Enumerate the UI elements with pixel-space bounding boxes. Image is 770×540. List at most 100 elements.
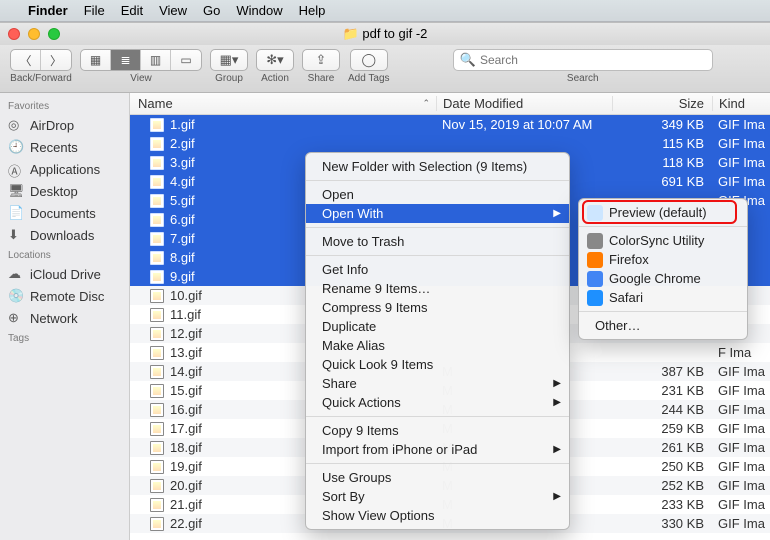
file-kind: GIF Ima bbox=[712, 478, 770, 493]
file-name: 21.gif bbox=[170, 497, 202, 512]
file-icon bbox=[150, 137, 164, 151]
column-view-button[interactable]: ▥ bbox=[141, 50, 171, 70]
share-button[interactable]: ⇪ bbox=[302, 49, 340, 71]
open-with-app[interactable]: Google Chrome bbox=[579, 269, 747, 288]
menu-help[interactable]: Help bbox=[299, 3, 326, 18]
file-kind: GIF Ima bbox=[712, 459, 770, 474]
tags-label: Add Tags bbox=[348, 73, 390, 84]
back-button[interactable]: 〈 bbox=[11, 50, 41, 70]
menu-go[interactable]: Go bbox=[203, 3, 220, 18]
docs-icon: 📄 bbox=[8, 205, 24, 221]
open-with-app[interactable]: Safari bbox=[579, 288, 747, 307]
titlebar: 📁 pdf to gif -2 bbox=[0, 23, 770, 45]
file-size: 231 KB bbox=[612, 383, 712, 398]
search-input[interactable] bbox=[480, 53, 706, 67]
file-name: 18.gif bbox=[170, 440, 202, 455]
menu-window[interactable]: Window bbox=[236, 3, 282, 18]
file-size: 349 KB bbox=[612, 117, 712, 132]
column-kind[interactable]: Kind bbox=[712, 96, 770, 111]
open-with-other[interactable]: Other… bbox=[579, 316, 747, 335]
file-icon bbox=[150, 441, 164, 455]
add-tags-button[interactable]: ◯ bbox=[350, 49, 388, 71]
sidebar-item-desktop[interactable]: 🖥Desktop bbox=[0, 180, 129, 202]
file-name: 4.gif bbox=[170, 174, 195, 189]
file-kind: GIF Ima bbox=[712, 402, 770, 417]
zoom-button[interactable] bbox=[48, 28, 60, 40]
context-menu-item[interactable]: Use Groups bbox=[306, 468, 569, 487]
file-icon bbox=[150, 118, 164, 132]
file-size: 261 KB bbox=[612, 440, 712, 455]
icon-view-button[interactable]: ▦ bbox=[81, 50, 111, 70]
file-kind: GIF Ima bbox=[712, 117, 770, 132]
open-with-app[interactable]: ColorSync Utility bbox=[579, 231, 747, 250]
column-date[interactable]: Date Modified bbox=[436, 96, 612, 111]
context-menu-item[interactable]: Rename 9 Items… bbox=[306, 279, 569, 298]
sidebar-item-airdrop[interactable]: ◎AirDrop bbox=[0, 114, 129, 136]
menu-edit[interactable]: Edit bbox=[121, 3, 143, 18]
sidebar-item-icloud-drive[interactable]: ☁iCloud Drive bbox=[0, 263, 129, 285]
file-row[interactable]: 2.gif115 KBGIF Ima bbox=[130, 134, 770, 153]
file-name: 3.gif bbox=[170, 155, 195, 170]
context-menu-item[interactable]: Quick Look 9 Items bbox=[306, 355, 569, 374]
apps-icon: Ⓐ bbox=[8, 161, 24, 177]
column-size[interactable]: Size bbox=[612, 96, 712, 111]
group-button[interactable]: ▦▾ bbox=[210, 49, 248, 71]
search-field[interactable]: 🔍 bbox=[453, 49, 713, 71]
sidebar-item-recents[interactable]: 🕘Recents bbox=[0, 136, 129, 158]
close-button[interactable] bbox=[8, 28, 20, 40]
back-forward-label: Back/Forward bbox=[10, 73, 72, 84]
sidebar-item-network[interactable]: ⊕Network bbox=[0, 307, 129, 329]
column-name[interactable]: Name⌃ bbox=[130, 96, 436, 111]
file-row[interactable]: 1.gifNov 15, 2019 at 10:07 AM349 KBGIF I… bbox=[130, 115, 770, 134]
file-name: 16.gif bbox=[170, 402, 202, 417]
context-menu-item[interactable]: Duplicate bbox=[306, 317, 569, 336]
context-menu-item[interactable]: Get Info bbox=[306, 260, 569, 279]
app-icon bbox=[587, 271, 603, 287]
file-icon bbox=[150, 403, 164, 417]
file-icon bbox=[150, 422, 164, 436]
context-menu-item[interactable]: Copy 9 Items bbox=[306, 421, 569, 440]
sidebar-item-documents[interactable]: 📄Documents bbox=[0, 202, 129, 224]
app-menu[interactable]: Finder bbox=[28, 3, 68, 18]
menu-view[interactable]: View bbox=[159, 3, 187, 18]
file-kind: GIF Ima bbox=[712, 174, 770, 189]
context-menu-item[interactable]: Quick Actions▶ bbox=[306, 393, 569, 412]
context-menu-item[interactable]: Show View Options bbox=[306, 506, 569, 525]
context-menu-item[interactable]: Move to Trash bbox=[306, 232, 569, 251]
gallery-view-button[interactable]: ▭ bbox=[171, 50, 201, 70]
context-menu-item[interactable]: Import from iPhone or iPad▶ bbox=[306, 440, 569, 459]
action-button[interactable]: ✻▾ bbox=[256, 49, 294, 71]
search-group: 🔍 Search bbox=[406, 49, 760, 84]
context-menu-item[interactable]: Open With▶ bbox=[306, 204, 569, 223]
tags-group: ◯ Add Tags bbox=[348, 49, 390, 84]
toolbar: 〈 〉 Back/Forward ▦ ≣ ▥ ▭ View ▦▾ Group ✻… bbox=[0, 45, 770, 93]
file-name: 7.gif bbox=[170, 231, 195, 246]
file-kind: F Ima bbox=[712, 345, 770, 360]
sidebar-item-remote-disc[interactable]: 💿Remote Disc bbox=[0, 285, 129, 307]
action-label: Action bbox=[261, 73, 289, 84]
sort-indicator-icon: ⌃ bbox=[422, 98, 430, 109]
context-menu-item[interactable]: Compress 9 Items bbox=[306, 298, 569, 317]
context-menu-item[interactable]: Make Alias bbox=[306, 336, 569, 355]
context-menu-item[interactable]: Share▶ bbox=[306, 374, 569, 393]
menu-file[interactable]: File bbox=[84, 3, 105, 18]
context-menu-item[interactable]: Sort By▶ bbox=[306, 487, 569, 506]
file-icon bbox=[150, 346, 164, 360]
context-menu-item[interactable]: Open bbox=[306, 185, 569, 204]
sidebar-item-applications[interactable]: Ⓐ Applications bbox=[0, 158, 129, 180]
view-group: ▦ ≣ ▥ ▭ View bbox=[80, 49, 202, 84]
file-kind: GIF Ima bbox=[712, 364, 770, 379]
submenu-arrow-icon: ▶ bbox=[553, 208, 561, 219]
open-with-default[interactable]: Preview (default) bbox=[579, 203, 747, 222]
file-size: 259 KB bbox=[612, 421, 712, 436]
system-menubar: Finder File Edit View Go Window Help bbox=[0, 0, 770, 22]
submenu-arrow-icon: ▶ bbox=[553, 491, 561, 502]
context-menu-item[interactable]: New Folder with Selection (9 Items) bbox=[306, 157, 569, 176]
open-with-app[interactable]: Firefox bbox=[579, 250, 747, 269]
file-icon bbox=[150, 327, 164, 341]
list-view-button[interactable]: ≣ bbox=[111, 50, 141, 70]
minimize-button[interactable] bbox=[28, 28, 40, 40]
forward-button[interactable]: 〉 bbox=[41, 50, 71, 70]
sidebar-item-label: Applications bbox=[30, 162, 100, 177]
sidebar-item-downloads[interactable]: ⬇Downloads bbox=[0, 224, 129, 246]
